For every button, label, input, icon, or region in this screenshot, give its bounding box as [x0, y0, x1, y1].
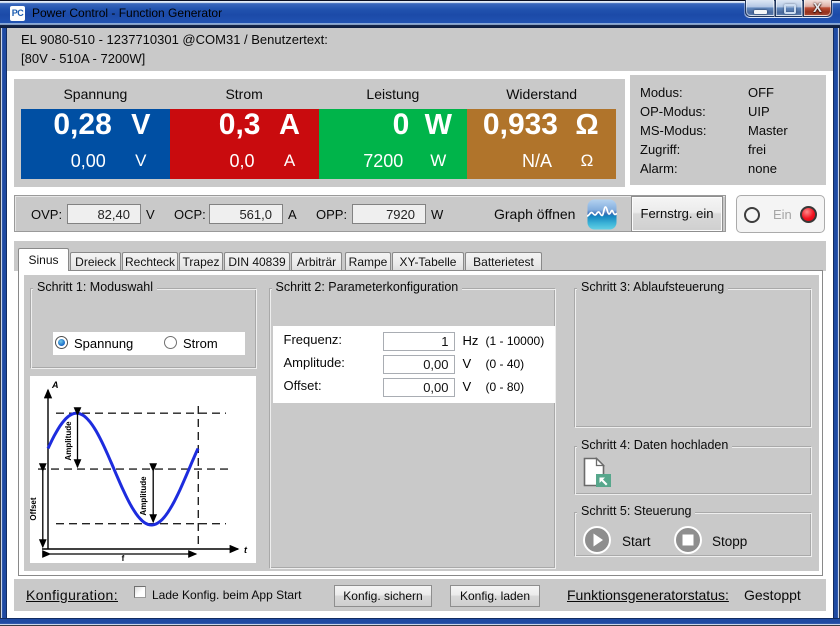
svg-text:f: f	[122, 554, 125, 563]
svg-text:Amplitude: Amplitude	[139, 475, 148, 515]
svg-text:Offset: Offset	[30, 497, 38, 520]
svg-text:Amplitude: Amplitude	[64, 420, 73, 460]
svg-text:t: t	[244, 545, 248, 555]
svg-text:A: A	[51, 380, 59, 390]
